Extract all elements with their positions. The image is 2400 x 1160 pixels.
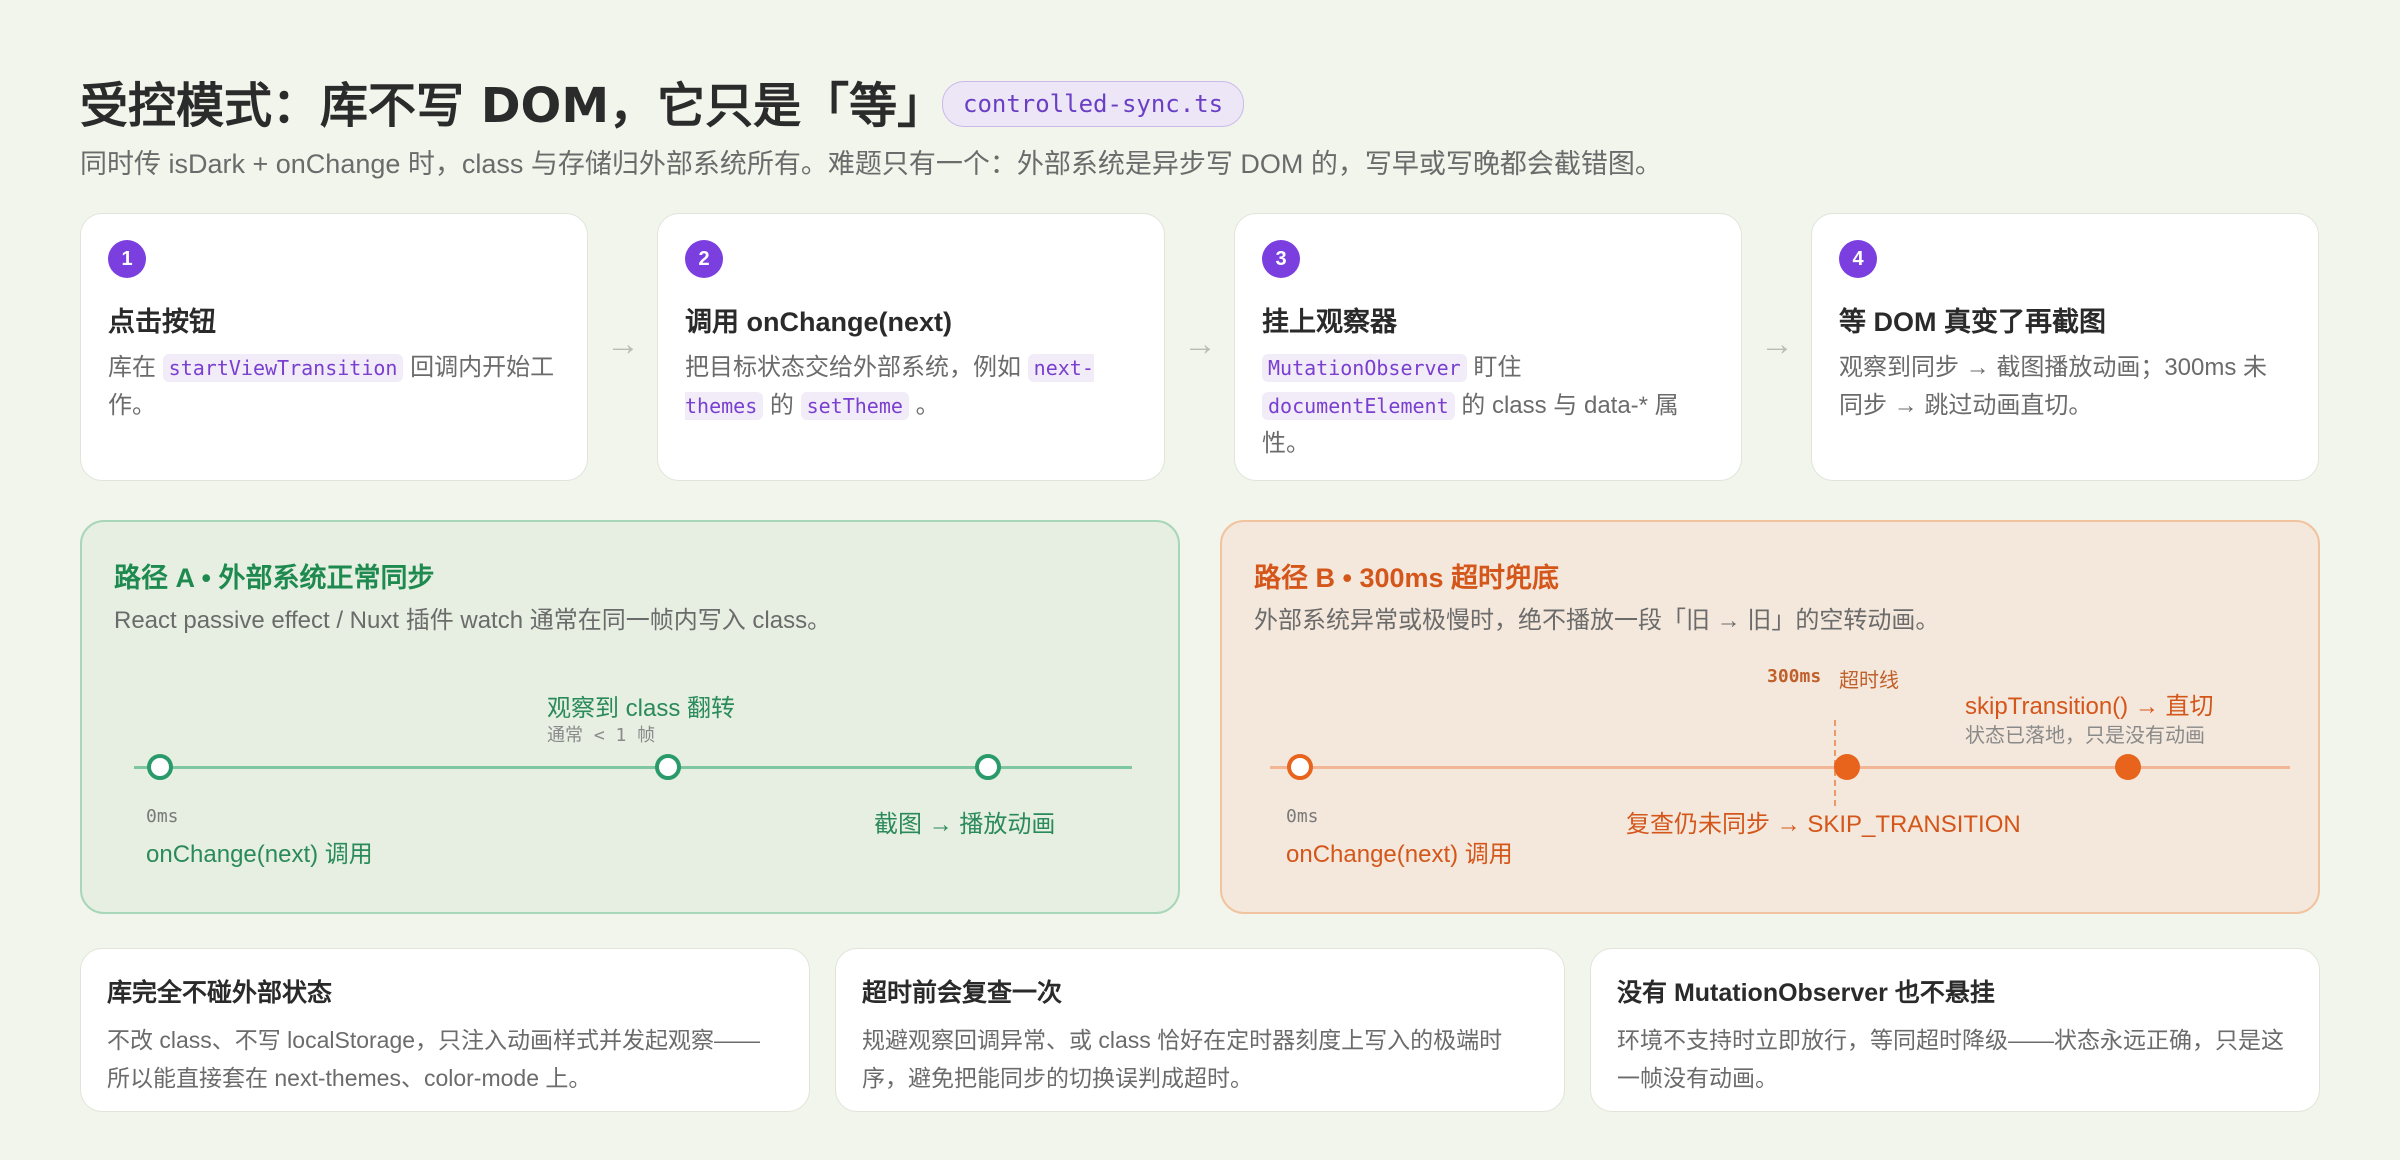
step-title: 调用 onChange(next)	[685, 307, 952, 337]
arrow-right-icon: →	[1760, 325, 1794, 363]
path-a-observe-sublabel: 通常 < 1 帧	[547, 725, 656, 746]
note-description: 不改 class、不写 localStorage，只注入动画样式并发起观察——所…	[107, 1027, 761, 1091]
inline-code: documentElement	[1262, 392, 1455, 420]
path-b-panel: 路径 B • 300ms 超时兜底 外部系统异常或极慢时，绝不播放一段「旧 → …	[1220, 520, 2320, 914]
path-a-start-node	[147, 754, 173, 780]
step-number-badge: 3	[1262, 240, 1300, 278]
page-subtitle: 同时传 isDark + onChange 时，class 与存储归外部系统所有…	[80, 149, 1662, 179]
arrow-right-icon: →	[606, 325, 640, 363]
inline-code: MutationObserver	[1262, 354, 1467, 382]
inline-code: startViewTransition	[162, 354, 404, 382]
note-card-1: 库完全不碰外部状态 不改 class、不写 localStorage，只注入动画…	[80, 948, 810, 1112]
path-b-timeout-ms: 300ms	[1767, 666, 1822, 687]
step-description: 库在 startViewTransition 回调内开始工作。	[108, 354, 555, 419]
step-number-badge: 1	[108, 240, 146, 278]
step-card-3: 3 挂上观察器 MutationObserver 盯住 documentElem…	[1234, 213, 1742, 481]
path-a-start-label: onChange(next) 调用	[146, 841, 373, 868]
note-title: 库完全不碰外部状态	[107, 979, 333, 1007]
path-a-description: React passive effect / Nuxt 插件 watch 通常在…	[114, 607, 832, 634]
step-title: 点击按钮	[108, 307, 216, 337]
path-b-start-label: onChange(next) 调用	[1286, 841, 1513, 868]
path-a-observe-label: 观察到 class 翻转	[547, 695, 736, 722]
note-title: 超时前会复查一次	[862, 979, 1063, 1007]
step-title: 等 DOM 真变了再截图	[1839, 307, 2106, 337]
path-b-skip-sublabel: 状态已落地，只是没有动画	[1965, 725, 2205, 747]
step-description: 观察到同步 → 截图播放动画；300ms 未同步 → 跳过动画直切。	[1839, 354, 2268, 419]
note-description: 环境不支持时立即放行，等同超时降级——状态永远正确，只是这一帧没有动画。	[1617, 1027, 2284, 1091]
arrow-right-icon: →	[1183, 325, 1217, 363]
path-a-panel: 路径 A • 外部系统正常同步 React passive effect / N…	[80, 520, 1180, 914]
path-b-skip-node	[2115, 754, 2141, 780]
page-title: 受控模式：库不写 DOM，它只是「等」	[80, 78, 946, 134]
path-a-observe-node	[655, 754, 681, 780]
path-b-skip-label: skipTransition() → 直切	[1965, 693, 2214, 720]
step-title: 挂上观察器	[1262, 307, 1397, 337]
path-b-title: 路径 B • 300ms 超时兜底	[1254, 563, 1560, 593]
step-description: 把目标状态交给外部系统，例如 next-themes 的 setTheme 。	[685, 354, 1094, 420]
path-a-start-time: 0ms	[146, 806, 179, 827]
path-b-start-node	[1287, 754, 1313, 780]
path-b-recheck-label: 复查仍未同步 → SKIP_TRANSITION	[1626, 811, 2021, 838]
path-a-end-label: 截图 → 播放动画	[874, 811, 1056, 838]
step-card-4: 4 等 DOM 真变了再截图 观察到同步 → 截图播放动画；300ms 未同步 …	[1811, 213, 2319, 481]
step-card-1: 1 点击按钮 库在 startViewTransition 回调内开始工作。	[80, 213, 588, 481]
note-description: 规避观察回调异常、或 class 恰好在定时器刻度上写入的极端时序，避免把能同步…	[862, 1027, 1503, 1091]
note-card-3: 没有 MutationObserver 也不悬挂 环境不支持时立即放行，等同超时…	[1590, 948, 2320, 1112]
step-card-2: 2 调用 onChange(next) 把目标状态交给外部系统，例如 next-…	[657, 213, 1165, 481]
path-a-title: 路径 A • 外部系统正常同步	[114, 563, 435, 593]
step-number-badge: 4	[1839, 240, 1877, 278]
path-b-timeout-node	[1834, 754, 1860, 780]
inline-code: setTheme	[800, 392, 909, 420]
path-a-end-node	[975, 754, 1001, 780]
step-number-badge: 2	[685, 240, 723, 278]
path-b-description: 外部系统异常或极慢时，绝不播放一段「旧 → 旧」的空转动画。	[1254, 607, 1940, 634]
path-b-start-time: 0ms	[1286, 806, 1319, 827]
file-badge: controlled-sync.ts	[942, 81, 1245, 127]
step-description: MutationObserver 盯住 documentElement 的 cl…	[1262, 354, 1679, 457]
note-title: 没有 MutationObserver 也不悬挂	[1617, 979, 1995, 1007]
note-card-2: 超时前会复查一次 规避观察回调异常、或 class 恰好在定时器刻度上写入的极端…	[835, 948, 1565, 1112]
path-b-timeout-text: 超时线	[1839, 670, 1899, 692]
